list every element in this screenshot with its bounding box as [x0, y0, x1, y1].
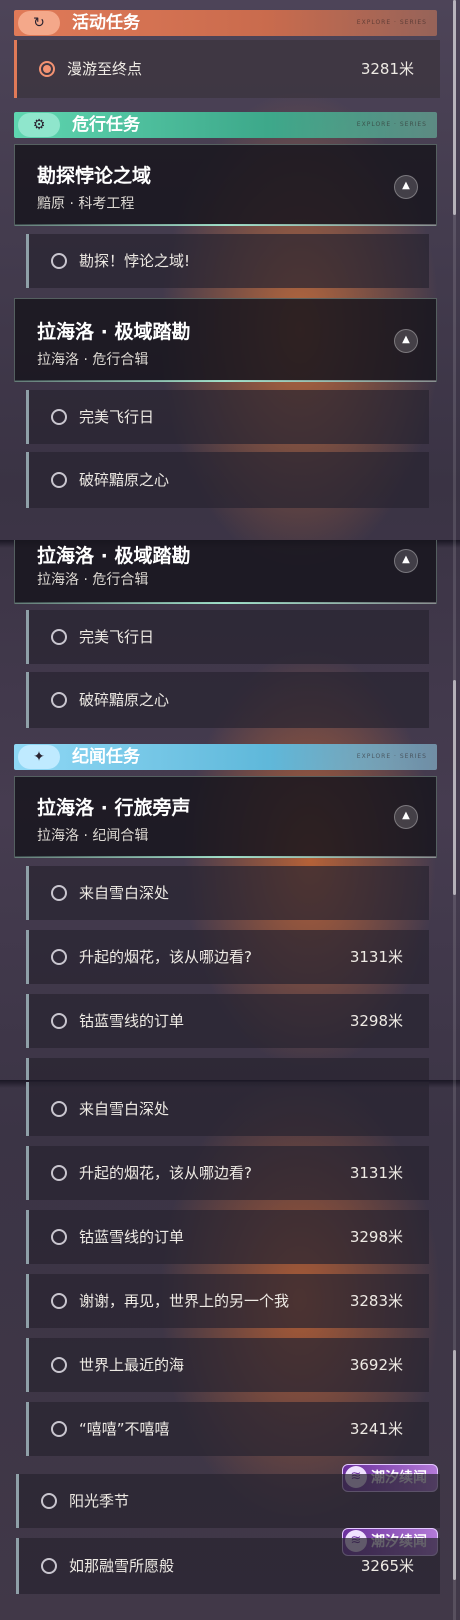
- quest-distance: 3281米: [360, 60, 414, 78]
- active-quest-row[interactable]: 漫游至终点 3281米: [14, 40, 440, 98]
- gear-eye-icon: ⚙: [18, 113, 60, 137]
- quest-label: 破碎黯原之心: [79, 471, 170, 489]
- quest-distance: 3283米: [349, 1292, 403, 1310]
- group-title: 勘探悖论之域: [37, 165, 152, 187]
- quest-group-lahailuo-jiyu[interactable]: 拉海洛 · 极域踏勘 拉海洛 · 危行合辑 ▲: [14, 540, 437, 604]
- circle-icon: [41, 1558, 57, 1574]
- circle-icon: [51, 253, 67, 269]
- section-tag: EXPLORE · SERIES: [356, 121, 427, 128]
- circle-icon: [51, 409, 67, 425]
- quest-distance: 3692米: [349, 1356, 403, 1374]
- group-title: 拉海洛 · 极域踏勘: [37, 545, 191, 567]
- section-header-activity: ↻ 活动任务 EXPLORE · SERIES: [14, 10, 437, 36]
- chevron-up-icon[interactable]: ▲: [394, 805, 418, 829]
- quest-distance: 3241米: [349, 1420, 403, 1438]
- quest-label: 来自雪白深处: [79, 884, 170, 902]
- circle-icon: [41, 1493, 57, 1509]
- section-tag: EXPLORE · SERIES: [356, 19, 427, 26]
- quest-group-lahailuo-xinglu[interactable]: 拉海洛 · 行旅旁声 拉海洛 · 纪闻合辑 ▲: [14, 776, 437, 858]
- group-glow-line: [15, 856, 436, 858]
- circle-icon: [51, 1165, 67, 1181]
- quest-label: 钴蓝雪线的订单: [79, 1228, 185, 1246]
- quest-distance: 3298米: [349, 1228, 403, 1246]
- quest-row[interactable]: 来自雪白深处: [26, 1082, 429, 1136]
- circle-icon: [51, 472, 67, 488]
- quest-row[interactable]: 勘探！悖论之域!: [26, 234, 429, 288]
- section-title: 危行任务: [72, 115, 140, 135]
- quest-label: 来自雪白深处: [79, 1100, 170, 1118]
- group-title: 拉海洛 · 极域踏勘: [37, 321, 191, 343]
- group-subtitle: 拉海洛 · 危行合辑: [37, 352, 149, 368]
- quest-label: 钴蓝雪线的订单: [79, 1012, 185, 1030]
- quest-label: 完美飞行日: [79, 408, 155, 426]
- circle-icon: [51, 1229, 67, 1245]
- section-header-danger: ⚙ 危行任务 EXPLORE · SERIES: [14, 112, 437, 138]
- quest-distance: 3265米: [360, 1557, 414, 1575]
- circle-icon: [51, 1421, 67, 1437]
- active-circle-icon: [39, 61, 55, 77]
- quest-group-lahailuo-jiyu[interactable]: 拉海洛 · 极域踏勘 拉海洛 · 危行合辑 ▲: [14, 298, 437, 382]
- circle-icon: [51, 885, 67, 901]
- quest-label: 漫游至终点: [67, 60, 143, 78]
- quest-distance: 3298米: [349, 1012, 403, 1030]
- scrollbar[interactable]: [453, 680, 456, 895]
- quest-label: 升起的烟花，该从哪边看?: [79, 1164, 252, 1182]
- quest-label: 升起的烟花，该从哪边看?: [79, 948, 252, 966]
- chevron-up-icon[interactable]: ▲: [394, 329, 418, 353]
- quest-label: 勘探！悖论之域!: [79, 252, 191, 270]
- quest-row[interactable]: 世界上最近的海 3692米: [26, 1338, 429, 1392]
- refresh-flag-icon: ↻: [18, 11, 60, 35]
- scrollbar[interactable]: [453, 0, 456, 215]
- quest-row[interactable]: “嘻嘻”不嘻嘻 3241米: [26, 1402, 429, 1456]
- group-glow-line: [15, 602, 436, 604]
- group-glow-line: [15, 380, 436, 382]
- quest-label: 世界上最近的海: [79, 1356, 185, 1374]
- quest-row[interactable]: 来自雪白深处: [26, 866, 429, 920]
- group-subtitle: 拉海洛 · 危行合辑: [37, 572, 149, 588]
- group-subtitle: 黯原 · 科考工程: [37, 196, 135, 212]
- circle-icon: [51, 949, 67, 965]
- circle-icon: [51, 692, 67, 708]
- quest-distance: 3131米: [349, 948, 403, 966]
- chevron-up-icon[interactable]: ▲: [394, 549, 418, 573]
- section-title: 纪闻任务: [72, 747, 140, 767]
- section-title: 活动任务: [72, 13, 140, 33]
- group-glow-line: [15, 224, 436, 226]
- group-title: 拉海洛 · 行旅旁声: [37, 797, 191, 819]
- chevron-up-icon[interactable]: ▲: [394, 175, 418, 199]
- quest-label: 完美飞行日: [79, 628, 155, 646]
- circle-icon: [51, 1101, 67, 1117]
- quest-row[interactable]: 钴蓝雪线的订单 3298米: [26, 994, 429, 1048]
- quest-distance: 3131米: [349, 1164, 403, 1182]
- quest-row[interactable]: 谢谢，再见，世界上的另一个我 3283米: [26, 1274, 429, 1328]
- section-header-chronicle: ✦ 纪闻任务 EXPLORE · SERIES: [14, 744, 437, 770]
- quest-row[interactable]: 如那融雪所愿般 3265米: [16, 1538, 440, 1594]
- quest-row[interactable]: 完美飞行日: [26, 610, 429, 664]
- quest-row[interactable]: 破碎黯原之心: [26, 452, 429, 508]
- quest-row[interactable]: 破碎黯原之心: [26, 672, 429, 728]
- quest-row[interactable]: 阳光季节: [16, 1474, 440, 1528]
- quest-list-panel-2: 拉海洛 · 极域踏勘 拉海洛 · 危行合辑 ▲ 完美飞行日 破碎黯原之心 ✦ 纪…: [0, 540, 460, 1080]
- quest-row[interactable]: 升起的烟花，该从哪边看? 3131米: [26, 930, 429, 984]
- quest-group-kantan[interactable]: 勘探悖论之域 黯原 · 科考工程 ▲: [14, 144, 437, 226]
- quest-list-panel-1: ↻ 活动任务 EXPLORE · SERIES 漫游至终点 3281米 ⚙ 危行…: [0, 0, 460, 540]
- sparkle-icon: ✦: [18, 745, 60, 769]
- quest-label: 破碎黯原之心: [79, 691, 170, 709]
- circle-icon: [51, 1293, 67, 1309]
- quest-list-panel-3: 来自雪白深处 升起的烟花，该从哪边看? 3131米 钴蓝雪线的订单 3298米 …: [0, 1080, 460, 1620]
- circle-icon: [51, 1013, 67, 1029]
- quest-label: 谢谢，再见，世界上的另一个我: [79, 1292, 290, 1310]
- quest-label: 如那融雪所愿般: [69, 1557, 175, 1575]
- quest-label: 阳光季节: [69, 1492, 130, 1510]
- scrollbar[interactable]: [453, 1350, 456, 1580]
- quest-row-partial[interactable]: [26, 1058, 429, 1080]
- quest-label: “嘻嘻”不嘻嘻: [79, 1420, 170, 1438]
- group-subtitle: 拉海洛 · 纪闻合辑: [37, 828, 149, 844]
- quest-row[interactable]: 完美飞行日: [26, 390, 429, 444]
- circle-icon: [51, 629, 67, 645]
- section-tag: EXPLORE · SERIES: [356, 753, 427, 760]
- quest-row[interactable]: 钴蓝雪线的订单 3298米: [26, 1210, 429, 1264]
- quest-row[interactable]: 升起的烟花，该从哪边看? 3131米: [26, 1146, 429, 1200]
- circle-icon: [51, 1357, 67, 1373]
